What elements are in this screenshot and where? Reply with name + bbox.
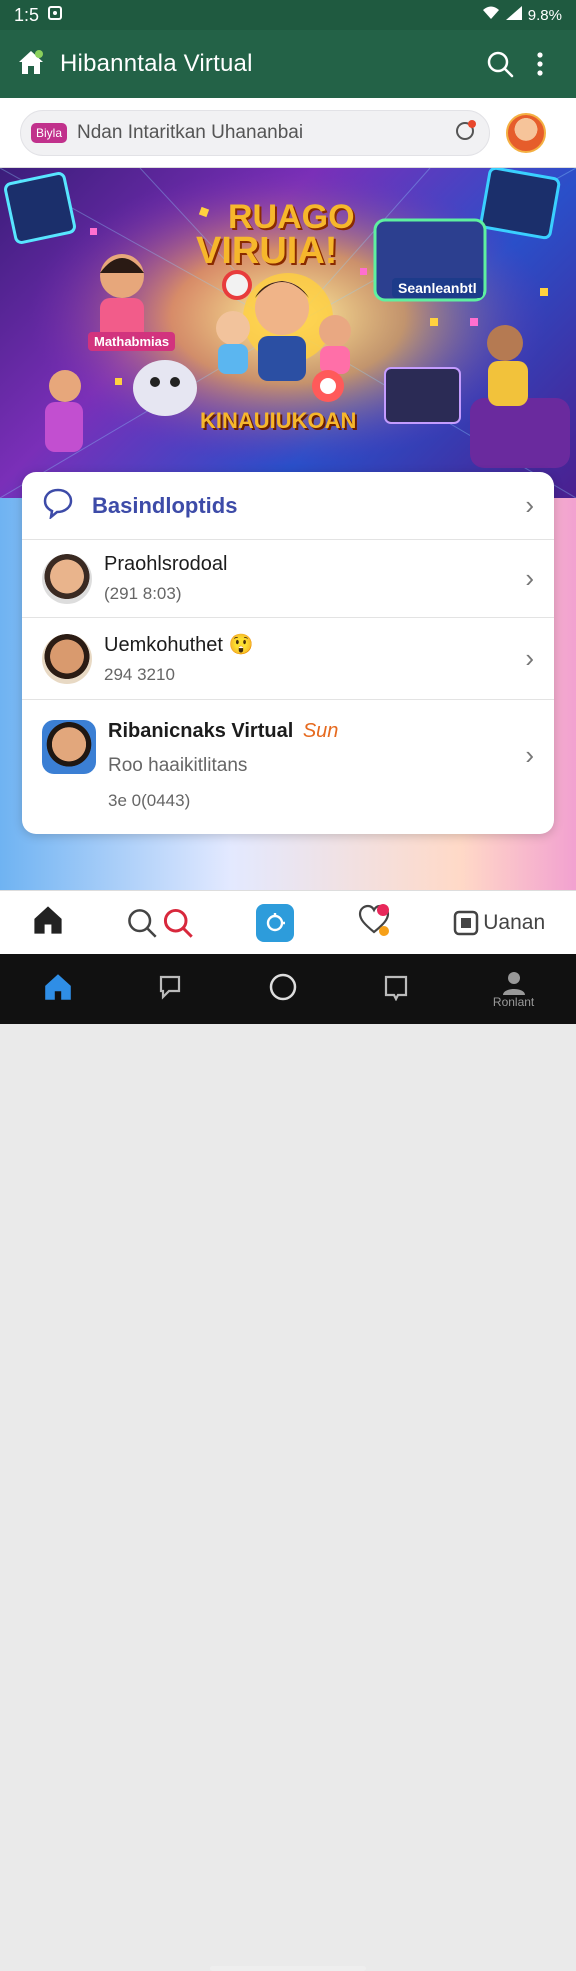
create-icon[interactable] [256, 903, 295, 942]
list-item[interactable]: Uemkohuthet 😲 294 3210 › [22, 618, 554, 700]
home-nav-icon[interactable] [42, 971, 74, 1008]
gesture-bar [210, 1966, 366, 1971]
chevron-right-icon: › [525, 490, 534, 520]
banner-label-bottom: KINAUIUKOAN [200, 408, 357, 433]
list-item[interactable]: Praohlsrodoal (291 8:03) › [22, 540, 554, 618]
profile-nav-label: Ronlant [492, 995, 535, 1009]
search-icon[interactable] [480, 44, 520, 84]
contact-name: Uemkohuthet [104, 634, 223, 656]
notification-icon [47, 5, 63, 26]
contact-timestamp: 294 3210 [104, 665, 175, 684]
banner-label-right: Seanleanbtl [392, 278, 483, 298]
search-placeholder: Ndan Intaritkan Uhananbai [77, 121, 304, 143]
app-bar: Hibanntala Virtual [0, 30, 576, 98]
signal-icon [505, 6, 522, 24]
chat-bubble-icon [42, 487, 74, 524]
search-row: Biyla Ndan Intaritkan Uhananbai [0, 98, 576, 168]
refresh-icon[interactable] [453, 117, 479, 148]
contact-avatar [42, 553, 92, 604]
chevron-right-icon: › [525, 563, 534, 593]
app-title: Hibanntala Virtual [60, 50, 253, 77]
contact-tag: Sun [302, 720, 339, 742]
banner-label-left: Mathabmias [88, 332, 176, 351]
search-input[interactable]: Biyla Ndan Intaritkan Uhananbai [20, 109, 490, 156]
card-header-label: Basindloptids [92, 492, 238, 518]
contact-subtitle: Roo haaikitlitans [108, 755, 248, 776]
search-icon[interactable] [126, 907, 194, 939]
profile-nav[interactable]: Ronlant [493, 969, 534, 1009]
banner-headline-bottom: VIRUIA! [196, 230, 338, 272]
contact-timestamp: 3e 0(0443) [108, 791, 191, 810]
person-icon [502, 972, 525, 995]
wifi-icon [482, 6, 500, 24]
profile-avatar[interactable] [506, 112, 546, 153]
tab-more-label: Uanan [483, 910, 546, 934]
home-button-circle-icon[interactable] [268, 972, 298, 1007]
status-time: 1:5 [14, 4, 40, 25]
hero-banner[interactable]: RUAGO VIRUIA! Mathabmias Seanleanbtl KIN… [0, 168, 576, 498]
status-bar: 1:5 9.8% [0, 0, 576, 30]
emoji-icon: 😲 [228, 634, 254, 656]
frame-icon [453, 910, 479, 935]
chevron-right-icon: › [525, 643, 534, 673]
book-nav-icon[interactable] [382, 973, 410, 1006]
contact-avatar [42, 720, 96, 774]
chevron-right-icon: › [525, 740, 534, 770]
chat-list-card: Basindloptids › Praohlsrodoal (291 8:03)… [22, 472, 554, 834]
contact-name: Praohlsrodoal [104, 553, 228, 575]
more-options-icon[interactable] [520, 44, 560, 84]
home-icon[interactable] [16, 47, 46, 82]
contact-avatar [42, 633, 92, 684]
battery-text: 9.8% [527, 6, 562, 24]
home-icon[interactable] [31, 903, 65, 942]
search-badge: Biyla [31, 122, 68, 143]
list-item[interactable]: Ribanicnaks Virtual Sun Roo haaikitlitan… [22, 700, 554, 832]
chat-nav-icon[interactable] [157, 973, 185, 1006]
card-header-row[interactable]: Basindloptids › [22, 472, 554, 540]
notifications-icon[interactable] [356, 902, 392, 943]
contact-timestamp: (291 8:03) [104, 584, 182, 603]
tab-more[interactable]: Uanan [453, 910, 545, 936]
system-nav-bar: Ronlant [0, 954, 576, 1971]
contact-name: Ribanicnaks Virtual [108, 720, 294, 742]
bottom-tab-bar: Uanan [0, 890, 576, 954]
